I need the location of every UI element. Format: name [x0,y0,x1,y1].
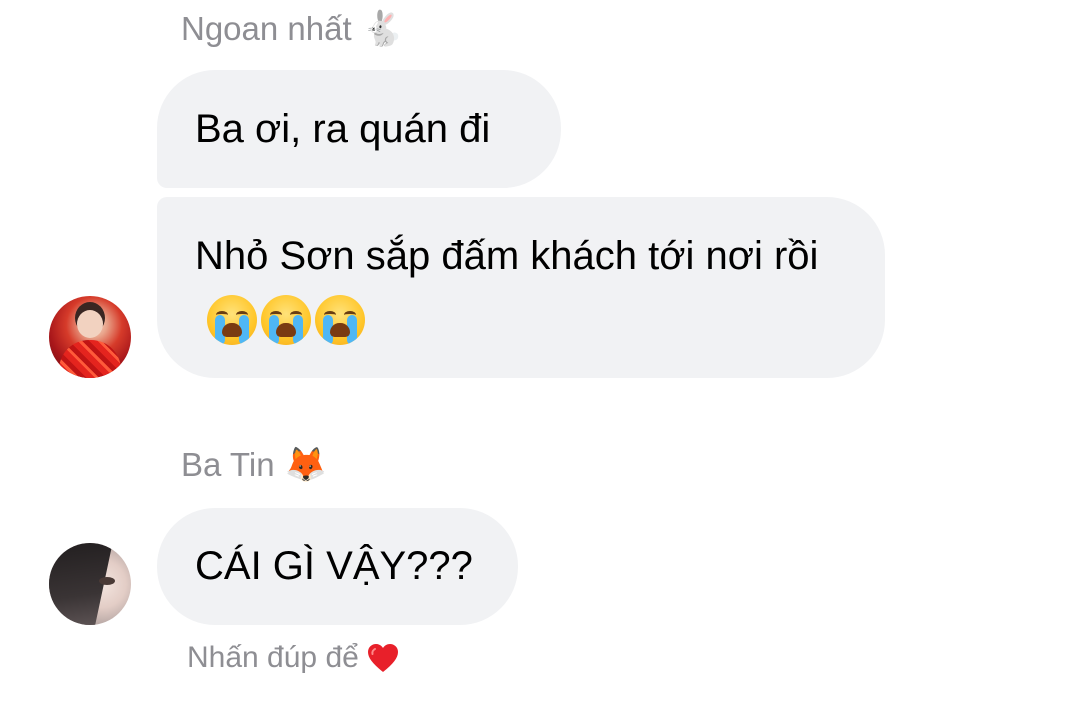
message-bubble[interactable]: CÁI GÌ VẬY??? [157,508,518,625]
loudly-crying-face-icon [207,295,257,346]
message-bubble[interactable]: Ba ơi, ra quán đi [157,70,561,188]
message-text: Nhỏ Sơn sắp đấm khách tới nơi rồi [195,225,847,349]
sender-name-label: Ngoan nhất [181,10,352,47]
avatar[interactable] [49,543,131,625]
emoji-row [207,295,365,346]
message-text-content: Nhỏ Sơn sắp đấm khách tới nơi rồi [195,234,819,278]
fox-icon: 🦊 [284,445,327,485]
message-text: Ba ơi, ra quán đi [195,107,491,151]
message-bubble[interactable]: Nhỏ Sơn sắp đấm khách tới nơi rồi [157,197,885,378]
double-tap-reaction-hint: Nhấn đúp để [187,638,399,678]
heart-icon[interactable] [367,643,399,673]
rabbit-icon: 🐇 [361,9,404,49]
sender-name-label: Ba Tin [181,446,275,483]
sender-name-ngoan-nhat: Ngoan nhất 🐇 [181,9,404,49]
avatar[interactable] [49,296,131,378]
loudly-crying-face-icon [315,295,365,346]
sender-name-ba-tin: Ba Tin 🦊 [181,445,327,485]
loudly-crying-face-icon [261,295,311,346]
message-text: CÁI GÌ VẬY??? [195,544,473,588]
reaction-hint-label: Nhấn đúp để [187,641,359,674]
chat-thread: Ngoan nhất 🐇 Ba ơi, ra quán đi Nhỏ Sơn s… [0,0,1080,724]
